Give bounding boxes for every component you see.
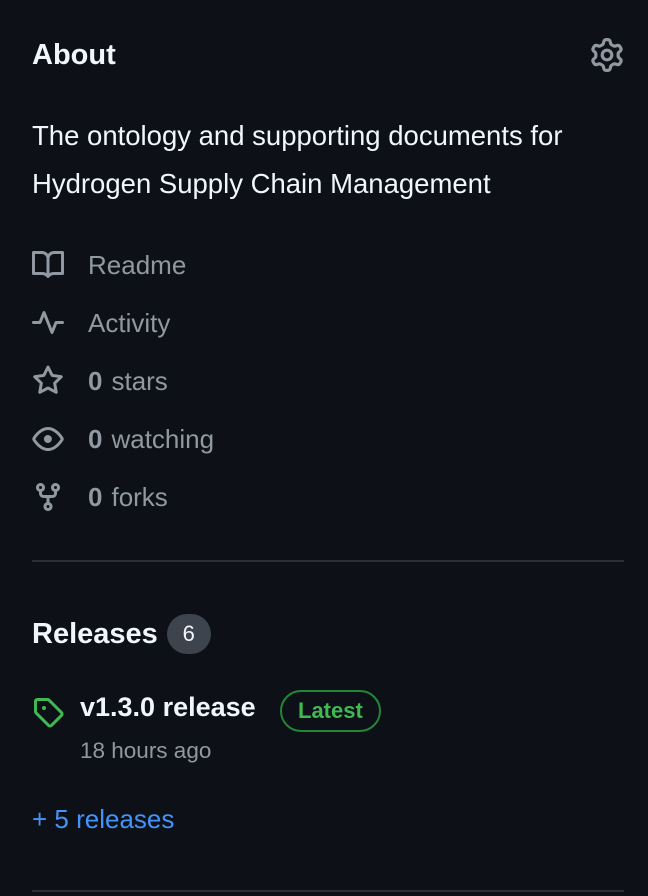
about-header: About (32, 34, 624, 76)
readme-link[interactable]: Readme (32, 236, 624, 294)
watching-label: watching (111, 423, 215, 454)
latest-badge: Latest (280, 690, 381, 732)
forks-label: forks (111, 481, 168, 512)
book-icon (32, 249, 64, 281)
watching-count: 0 (88, 423, 103, 454)
about-title: About (32, 39, 116, 71)
stars-count: 0 (88, 365, 103, 396)
divider (32, 890, 624, 892)
releases-title[interactable]: Releases (32, 618, 158, 651)
more-releases-link[interactable]: + 5 releases (32, 804, 174, 835)
activity-link[interactable]: Activity (32, 294, 624, 352)
activity-label: Activity (88, 307, 171, 338)
divider (32, 560, 624, 562)
release-time: 18 hours ago (80, 738, 212, 763)
releases-header: Releases 6 (32, 614, 211, 654)
stars-label: stars (111, 365, 168, 396)
tag-icon (34, 698, 64, 728)
forks-link[interactable]: 0 forks (32, 468, 624, 526)
eye-icon (32, 423, 64, 455)
pulse-icon (32, 307, 64, 339)
forks-count: 0 (88, 481, 103, 512)
star-icon (32, 365, 64, 397)
gear-icon[interactable] (590, 38, 624, 72)
repo-meta-list: Readme Activity 0 stars 0 watching 0 for… (32, 236, 624, 526)
repo-description: The ontology and supporting documents fo… (32, 120, 563, 199)
readme-label: Readme (88, 249, 187, 280)
repo-forked-icon (32, 481, 64, 513)
releases-count-badge: 6 (166, 614, 211, 654)
stars-link[interactable]: 0 stars (32, 352, 624, 410)
release-name-link[interactable]: v1.3.0 release (80, 692, 256, 723)
watching-link[interactable]: 0 watching (32, 410, 624, 468)
